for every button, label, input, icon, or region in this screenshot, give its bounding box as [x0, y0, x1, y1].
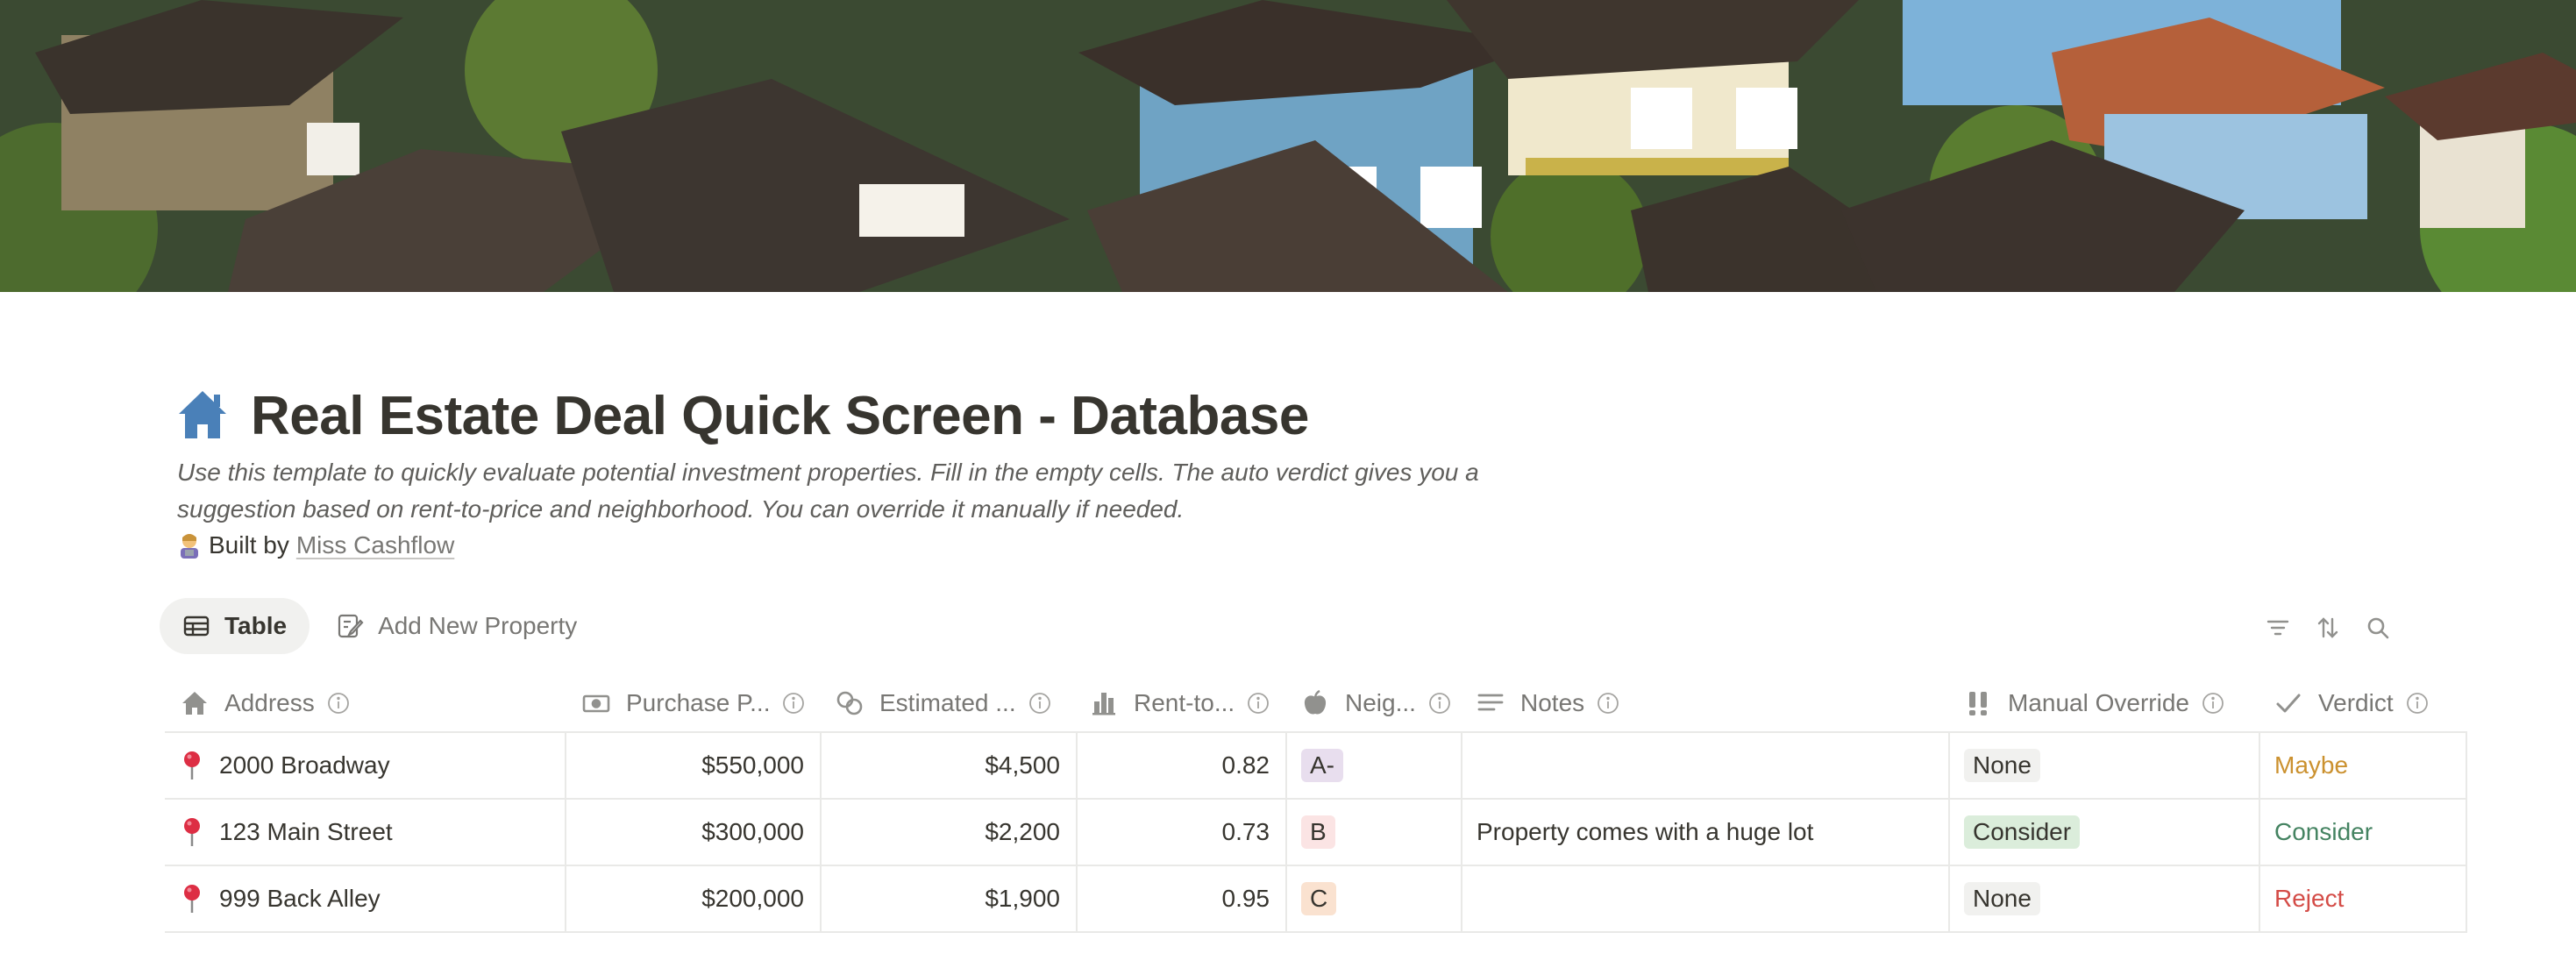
page-description: Use this template to quickly evaluate po… [177, 459, 1479, 523]
address-cell[interactable]: 2000 Broadway [165, 733, 566, 798]
neighborhood-cell[interactable]: C [1287, 866, 1462, 931]
table-icon [182, 612, 210, 640]
purchase-price-cell[interactable]: $550,000 [566, 733, 822, 798]
info-icon[interactable] [1247, 692, 1270, 715]
bar-chart-icon [1090, 689, 1118, 717]
estimated-rent-cell[interactable]: $1,900 [822, 866, 1078, 931]
apple-icon [1301, 689, 1329, 717]
view-tabs: Table Add New Property [160, 598, 603, 654]
notes-cell[interactable]: Property comes with a huge lot [1462, 800, 1950, 865]
purchase-price-cell[interactable]: $300,000 [566, 800, 822, 865]
rent-to-price-cell[interactable]: 0.73 [1078, 800, 1287, 865]
info-icon[interactable] [2202, 692, 2224, 715]
column-label: Estimated ... [879, 689, 1016, 716]
round-pushpin-icon [181, 751, 203, 780]
override-tag: None [1964, 749, 2040, 782]
house-icon[interactable] [177, 389, 228, 442]
built-by-label: Built by [209, 531, 289, 559]
grade-tag: C [1301, 882, 1337, 915]
page-header: Real Estate Deal Quick Screen - Database [177, 379, 1309, 452]
tab-table[interactable]: Table [160, 598, 310, 654]
info-icon[interactable] [1428, 692, 1451, 715]
round-pushpin-icon [181, 817, 203, 847]
person-emoji-icon [177, 532, 202, 559]
column-label: Verdict [2318, 689, 2394, 716]
verdict-cell[interactable]: Reject [2260, 866, 2467, 931]
tab-table-label: Table [224, 612, 288, 639]
verdict-cell[interactable]: Maybe [2260, 733, 2467, 798]
verdict-text: Maybe [2274, 751, 2349, 779]
tab-add-new-property[interactable]: Add New Property [313, 598, 600, 654]
column-label: Notes [1520, 689, 1585, 716]
column-header-neighborhood[interactable]: Neig... [1287, 675, 1462, 731]
column-header-notes[interactable]: Notes [1462, 675, 1950, 731]
info-icon[interactable] [1028, 692, 1051, 715]
verdict-text: Consider [2274, 818, 2373, 845]
page-title: Real Estate Deal Quick Screen - Database [251, 385, 1309, 446]
column-header-rent-to-price[interactable]: Rent-to... [1078, 675, 1287, 731]
estimated-rent-cell[interactable]: $4,500 [822, 733, 1078, 798]
verdict-cell[interactable]: Consider [2260, 800, 2467, 865]
search-icon[interactable] [2364, 614, 2392, 642]
column-label: Rent-to... [1134, 689, 1235, 716]
manual-override-cell[interactable]: None [1950, 866, 2260, 931]
notes-cell[interactable] [1462, 866, 1950, 931]
cover-image [0, 0, 2576, 292]
built-by-line: Built by Miss Cashflow [177, 528, 454, 563]
text-lines-icon [1477, 689, 1505, 717]
checkmark-icon [2274, 689, 2302, 717]
tab-add-new-property-label: Add New Property [378, 612, 578, 639]
double-exclamation-icon [1964, 689, 1992, 717]
edit-form-icon [336, 612, 364, 640]
info-icon[interactable] [782, 692, 805, 715]
column-header-address[interactable]: Address [165, 675, 566, 731]
address-text: 999 Back Alley [219, 885, 381, 912]
manual-override-cell[interactable]: None [1950, 733, 2260, 798]
column-header-verdict[interactable]: Verdict [2260, 675, 2467, 731]
purchase-price-cell[interactable]: $200,000 [566, 866, 822, 931]
coins-icon [836, 689, 864, 717]
column-header-estimated-rent[interactable]: Estimated ... [822, 675, 1078, 731]
column-label: Address [224, 689, 315, 716]
neighborhood-cell[interactable]: B [1287, 800, 1462, 865]
table-header: Address Purchase P... Estimated ... Rent… [165, 675, 2467, 733]
table-row[interactable]: 2000 Broadway $550,000 $4,500 0.82 A- No… [165, 733, 2467, 800]
grade-tag: A- [1301, 749, 1343, 782]
round-pushpin-icon [181, 884, 203, 914]
column-label: Purchase P... [626, 689, 771, 716]
house-icon [181, 689, 209, 717]
money-icon [582, 689, 610, 717]
info-icon[interactable] [1597, 692, 1619, 715]
column-header-manual-override[interactable]: Manual Override [1950, 675, 2260, 731]
author-link[interactable]: Miss Cashflow [296, 528, 454, 563]
column-label: Neig... [1345, 689, 1416, 716]
rent-to-price-cell[interactable]: 0.82 [1078, 733, 1287, 798]
notes-cell[interactable] [1462, 733, 1950, 798]
manual-override-cell[interactable]: Consider [1950, 800, 2260, 865]
properties-table: Address Purchase P... Estimated ... Rent… [165, 675, 2467, 933]
address-text: 123 Main Street [219, 818, 393, 845]
table-row[interactable]: 999 Back Alley $200,000 $1,900 0.95 C No… [165, 866, 2467, 933]
table-row[interactable]: 123 Main Street $300,000 $2,200 0.73 B P… [165, 800, 2467, 866]
address-text: 2000 Broadway [219, 751, 390, 779]
override-tag: None [1964, 882, 2040, 915]
column-label: Manual Override [2008, 689, 2189, 716]
address-cell[interactable]: 123 Main Street [165, 800, 566, 865]
column-header-purchase-price[interactable]: Purchase P... [566, 675, 822, 731]
filter-icon[interactable] [2264, 614, 2292, 642]
info-icon[interactable] [327, 692, 350, 715]
info-icon[interactable] [2406, 692, 2429, 715]
address-cell[interactable]: 999 Back Alley [165, 866, 566, 931]
view-toolbar [2264, 614, 2414, 642]
neighborhood-cell[interactable]: A- [1287, 733, 1462, 798]
grade-tag: B [1301, 815, 1335, 849]
override-tag: Consider [1964, 815, 2081, 849]
estimated-rent-cell[interactable]: $2,200 [822, 800, 1078, 865]
rent-to-price-cell[interactable]: 0.95 [1078, 866, 1287, 931]
verdict-text: Reject [2274, 885, 2345, 912]
sort-icon[interactable] [2314, 614, 2342, 642]
